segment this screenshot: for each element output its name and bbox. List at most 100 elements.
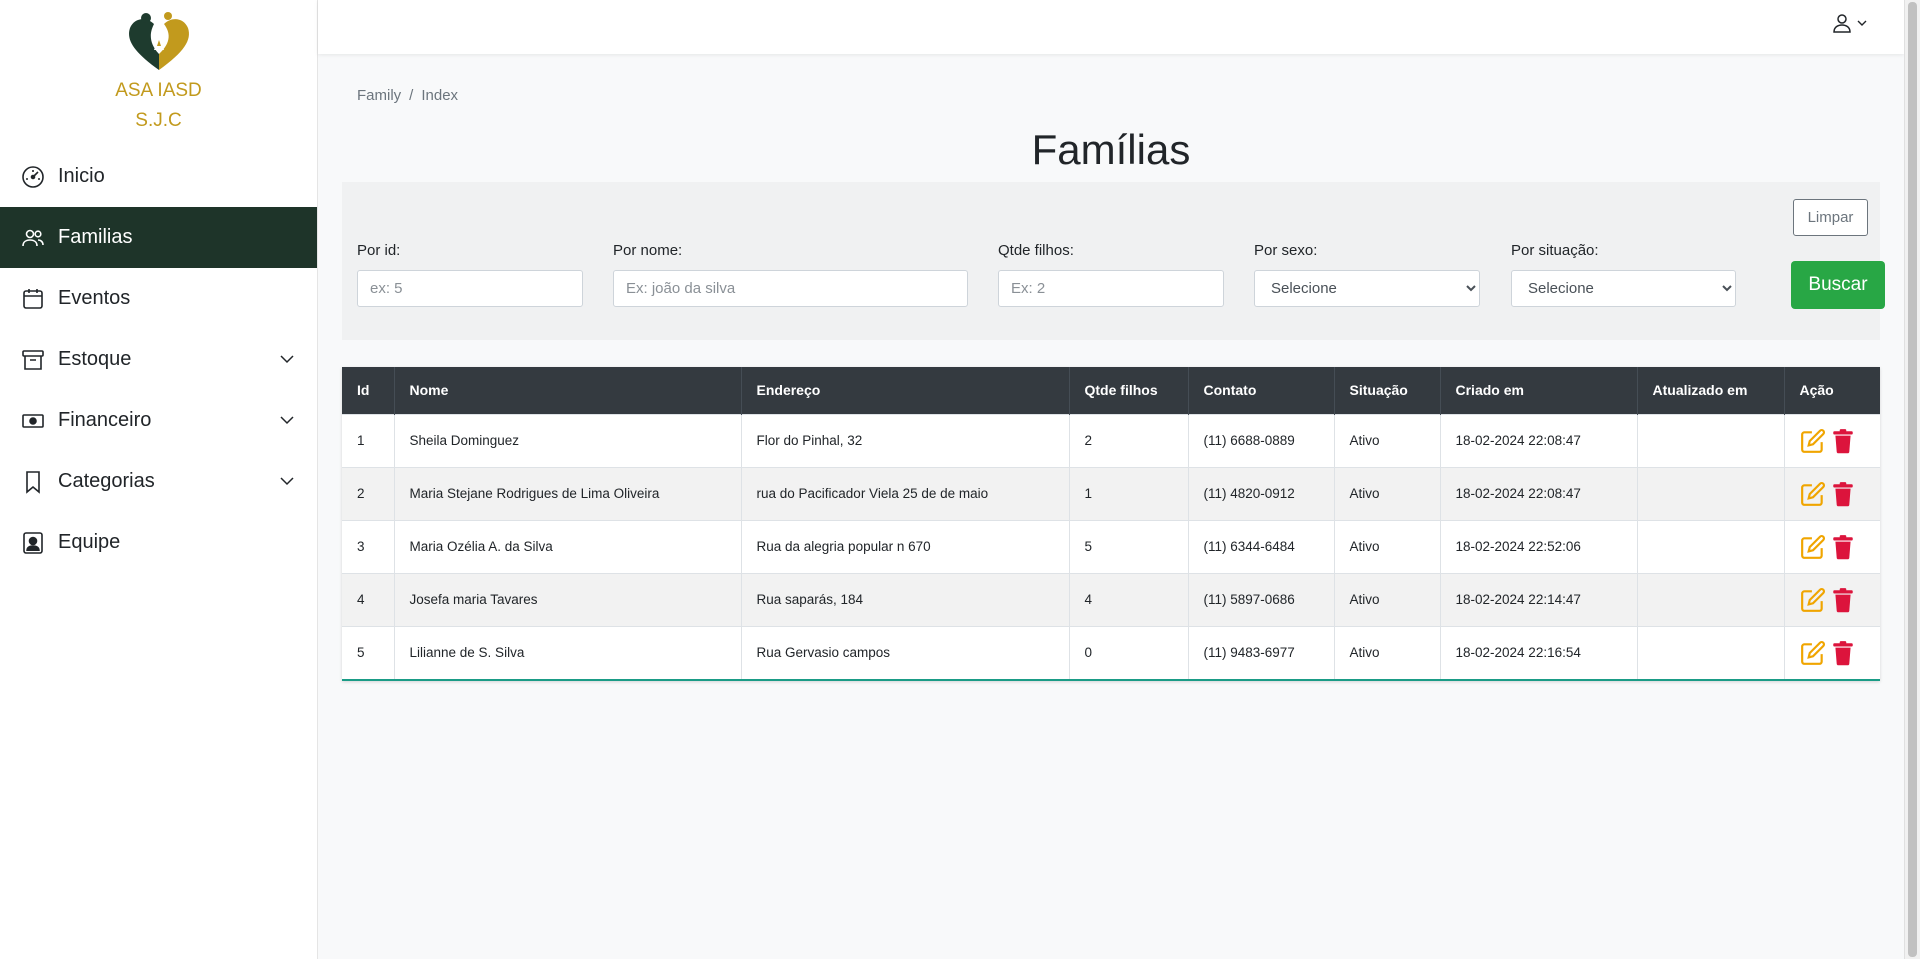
person-badge-icon: [20, 530, 46, 556]
cell-criado: 18-02-2024 22:14:47: [1440, 572, 1638, 626]
cell-acao: [1784, 572, 1880, 626]
top-bar: [318, 0, 1904, 54]
cell-atualizado: [1637, 572, 1785, 626]
cell-endereco: Flor do Pinhal, 32: [741, 413, 1070, 467]
row-actions: [1800, 534, 1866, 560]
trash-icon[interactable]: [1830, 481, 1856, 507]
cell-acao: [1784, 413, 1880, 467]
cell-contato: (11) 4820-0912: [1188, 466, 1335, 520]
user-menu[interactable]: [1832, 13, 1868, 33]
cell-atualizado: [1637, 466, 1785, 520]
search-button[interactable]: Buscar: [1791, 261, 1885, 309]
cell-nome: Josefa maria Tavares: [394, 572, 742, 626]
cell-filhos: 2: [1069, 413, 1189, 467]
chevron-down-icon: [280, 355, 294, 364]
breadcrumb-item-family[interactable]: Family: [357, 87, 401, 104]
sidebar-nav: Inicio Familias Eventos Estoque Financei…: [0, 146, 317, 573]
bookmark-icon: [20, 469, 46, 495]
filter-sexo-label: Por sexo:: [1254, 242, 1318, 259]
sidebar-item-familias[interactable]: Familias: [0, 207, 317, 268]
column-header-endereco: Endereço: [741, 367, 1070, 414]
filter-situacao-group: Por situação: Selecione: [1511, 242, 1736, 307]
sidebar-item-equipe[interactable]: Equipe: [0, 512, 317, 573]
filter-nome-input[interactable]: [613, 270, 968, 307]
sidebar-item-estoque[interactable]: Estoque: [0, 329, 317, 390]
cell-id: 5: [342, 625, 395, 679]
filter-nome-group: Por nome:: [613, 242, 968, 307]
families-table: Id Nome Endereço Qtde filhos Contato Sit…: [342, 367, 1880, 679]
sidebar-item-label: Familias: [58, 226, 133, 248]
filter-id-label: Por id:: [357, 242, 401, 259]
cell-filhos: 4: [1069, 572, 1189, 626]
column-header-nome: Nome: [394, 367, 742, 414]
vertical-scrollbar[interactable]: [1904, 0, 1920, 959]
brand[interactable]: ASA IASD S.J.C: [0, 0, 317, 136]
cell-contato: (11) 6688-0889: [1188, 413, 1335, 467]
sidebar-item-categorias[interactable]: Categorias: [0, 451, 317, 512]
scrollbar-thumb[interactable]: [1908, 2, 1917, 957]
person-icon: [1833, 14, 1851, 33]
speedometer-icon: [20, 164, 46, 190]
cell-id: 4: [342, 572, 395, 626]
cell-id: 1: [342, 413, 395, 467]
edit-icon[interactable]: [1800, 481, 1826, 507]
filter-nome-label: Por nome:: [613, 242, 683, 259]
cell-id: 3: [342, 519, 395, 573]
cell-atualizado: [1637, 519, 1785, 573]
cell-situacao: Ativo: [1334, 572, 1441, 626]
column-header-criado: Criado em: [1440, 367, 1638, 414]
column-header-atualizado: Atualizado em: [1637, 367, 1785, 414]
chevron-down-icon: [280, 416, 294, 425]
filter-panel: Por id: Por nome: Qtde filhos: Por sexo:…: [342, 182, 1885, 340]
cell-situacao: Ativo: [1334, 466, 1441, 520]
sidebar-item-eventos[interactable]: Eventos: [0, 268, 317, 329]
edit-icon[interactable]: [1800, 640, 1826, 666]
cell-atualizado: [1637, 625, 1785, 679]
cell-endereco: Rua Gervasio campos: [741, 625, 1070, 679]
row-actions: [1800, 481, 1866, 507]
brand-subname: S.J.C: [135, 110, 182, 131]
families-table-wrapper: Id Nome Endereço Qtde filhos Contato Sit…: [342, 367, 1880, 681]
filter-sexo-group: Por sexo: Selecione: [1254, 242, 1480, 307]
cell-criado: 18-02-2024 22:16:54: [1440, 625, 1638, 679]
cell-nome: Maria Stejane Rodrigues de Lima Oliveira: [394, 466, 742, 520]
sidebar-item-inicio[interactable]: Inicio: [0, 146, 317, 207]
trash-icon[interactable]: [1830, 587, 1856, 613]
edit-icon[interactable]: [1800, 587, 1826, 613]
filter-sexo-select[interactable]: Selecione: [1254, 270, 1480, 307]
cell-contato: (11) 6344-6484: [1188, 519, 1335, 573]
trash-icon[interactable]: [1830, 428, 1856, 454]
cell-id: 2: [342, 466, 395, 520]
edit-icon[interactable]: [1800, 428, 1826, 454]
filter-situacao-select[interactable]: Selecione: [1511, 270, 1736, 307]
cell-situacao: Ativo: [1334, 413, 1441, 467]
cell-nome: Maria Ozélia A. da Silva: [394, 519, 742, 573]
column-header-id: Id: [342, 367, 395, 414]
cash-icon: [20, 408, 46, 434]
sidebar-item-label: Categorias: [58, 470, 155, 492]
sidebar-item-financeiro[interactable]: Financeiro: [0, 390, 317, 451]
filter-filhos-input[interactable]: [998, 270, 1224, 307]
main-content: Family / Index Famílias Por id: Por nome: …: [318, 54, 1904, 959]
trash-icon[interactable]: [1830, 534, 1856, 560]
page-title: Famílias: [1031, 126, 1191, 173]
cell-acao: [1784, 625, 1880, 679]
cell-endereco: Rua saparás, 184: [741, 572, 1070, 626]
people-icon: [20, 225, 46, 251]
row-actions: [1800, 587, 1866, 613]
edit-icon[interactable]: [1800, 534, 1826, 560]
cell-atualizado: [1637, 413, 1785, 467]
column-header-filhos: Qtde filhos: [1069, 367, 1189, 414]
cell-criado: 18-02-2024 22:52:06: [1440, 519, 1638, 573]
brand-name: ASA IASD: [115, 80, 202, 101]
cell-nome: Lilianne de S. Silva: [394, 625, 742, 679]
column-header-acao: Ação: [1784, 367, 1880, 414]
asa-heart-logo-icon: [128, 12, 189, 70]
cell-acao: [1784, 519, 1880, 573]
cell-filhos: 5: [1069, 519, 1189, 573]
clear-button[interactable]: Limpar: [1793, 199, 1868, 236]
trash-icon[interactable]: [1830, 640, 1856, 666]
filter-id-input[interactable]: [357, 270, 583, 307]
row-actions: [1800, 428, 1866, 454]
table-row: 2 Maria Stejane Rodrigues de Lima Oliveir…: [342, 466, 1880, 520]
